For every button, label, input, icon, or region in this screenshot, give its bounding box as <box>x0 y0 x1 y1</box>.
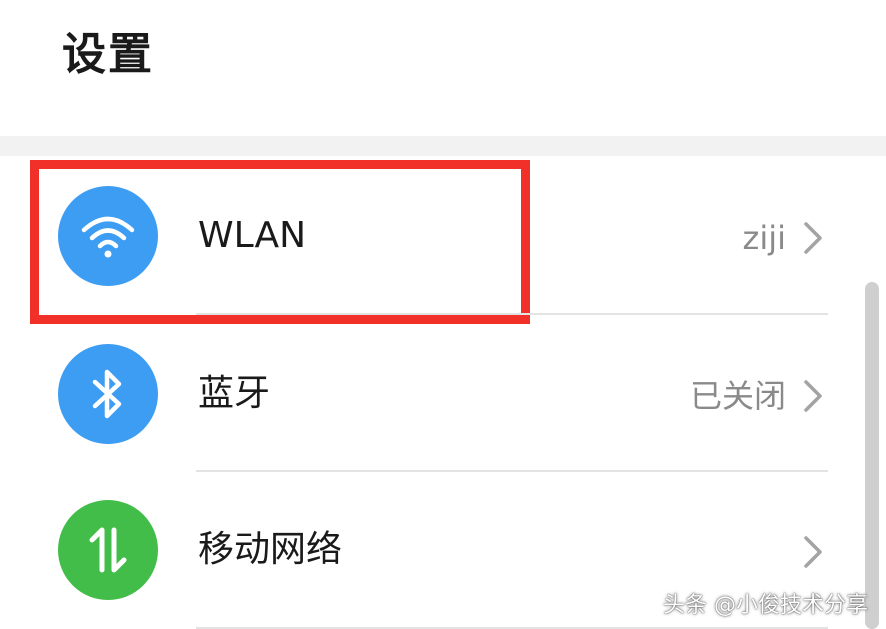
settings-item-bluetooth[interactable]: 蓝牙 已关闭 <box>0 316 886 472</box>
chevron-right-icon <box>804 222 822 254</box>
wifi-icon <box>58 186 158 286</box>
watermark: 头条 @小俊技术分享 <box>663 593 868 618</box>
divider <box>196 313 828 315</box>
settings-item-label: WLAN <box>198 215 307 256</box>
mobile-data-arrows-icon <box>58 500 158 600</box>
settings-screen: 设置 WLAN ziji 蓝牙 已关闭 移动网络 头条 @小俊技术分享 <box>0 0 886 629</box>
settings-item-value: ziji <box>742 219 786 257</box>
section-separator <box>0 136 886 156</box>
settings-item-wlan[interactable]: WLAN ziji <box>0 158 886 314</box>
scrollbar[interactable] <box>865 282 879 629</box>
settings-item-label: 移动网络 <box>198 529 343 570</box>
bluetooth-icon <box>58 344 158 444</box>
chevron-right-icon <box>804 536 822 568</box>
settings-item-value: 已关闭 <box>689 377 786 415</box>
page-title: 设置 <box>62 29 154 80</box>
settings-item-label: 蓝牙 <box>198 373 271 414</box>
chevron-right-icon <box>804 380 822 412</box>
